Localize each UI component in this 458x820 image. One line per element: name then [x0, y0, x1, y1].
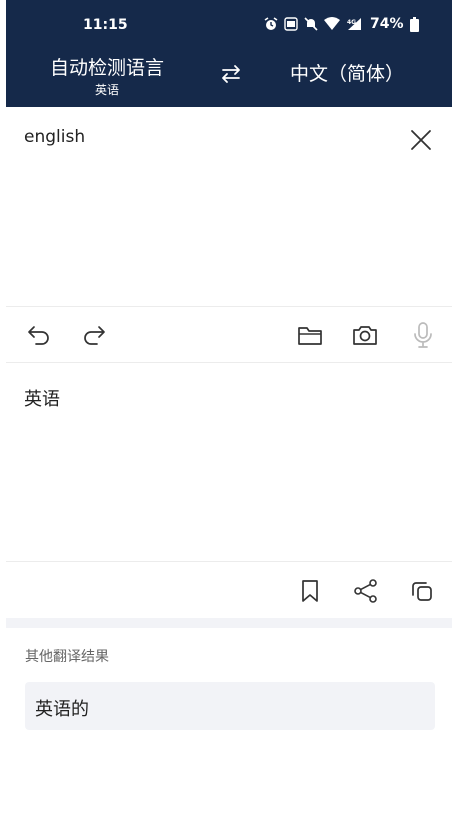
result-toolbar	[6, 562, 452, 618]
section-separator	[6, 618, 452, 628]
other-result-text: 英语的	[35, 699, 89, 720]
redo-icon[interactable]	[80, 321, 108, 349]
source-text[interactable]: english	[24, 127, 85, 147]
microphone-icon[interactable]	[409, 321, 437, 349]
volte-icon	[284, 17, 298, 31]
input-toolbar	[6, 307, 452, 362]
other-results-title: 其他翻译结果	[25, 649, 109, 665]
source-language-selector[interactable]: 自动检测语言 英语	[42, 56, 172, 98]
source-text-area[interactable]: english	[6, 107, 452, 307]
copy-icon[interactable]	[408, 577, 436, 605]
battery-icon	[409, 16, 419, 32]
share-icon[interactable]	[352, 577, 380, 605]
undo-icon[interactable]	[25, 321, 53, 349]
mute-icon	[304, 17, 318, 31]
wifi-icon	[324, 17, 340, 30]
alarm-icon	[264, 17, 278, 30]
source-language-label: 自动检测语言	[49, 57, 164, 79]
language-bar: 自动检测语言 英语 中文（简体）	[6, 52, 452, 102]
svg-text:4G: 4G	[347, 19, 356, 26]
target-language-selector[interactable]: 中文（简体）	[290, 62, 404, 86]
swap-languages-icon[interactable]	[218, 62, 244, 86]
status-bar: 11:15 4G 74%	[6, 14, 452, 38]
close-icon[interactable]	[409, 128, 433, 152]
folder-icon[interactable]	[296, 321, 324, 349]
translation-result-area: 英语	[6, 363, 452, 561]
status-icons: 4G 74%	[264, 16, 419, 32]
translation-text: 英语	[24, 389, 60, 410]
battery-percent: 74%	[370, 16, 404, 32]
bookmark-icon[interactable]	[296, 577, 324, 605]
detected-language-label: 英语	[94, 83, 119, 97]
signal-icon: 4G	[347, 18, 361, 30]
app-header: 11:15 4G 74% 自动检测语言 英语 中文（简体）	[6, 0, 452, 107]
camera-icon[interactable]	[351, 321, 379, 349]
status-time: 11:15	[83, 17, 128, 33]
other-result-item[interactable]: 英语的	[25, 682, 435, 730]
